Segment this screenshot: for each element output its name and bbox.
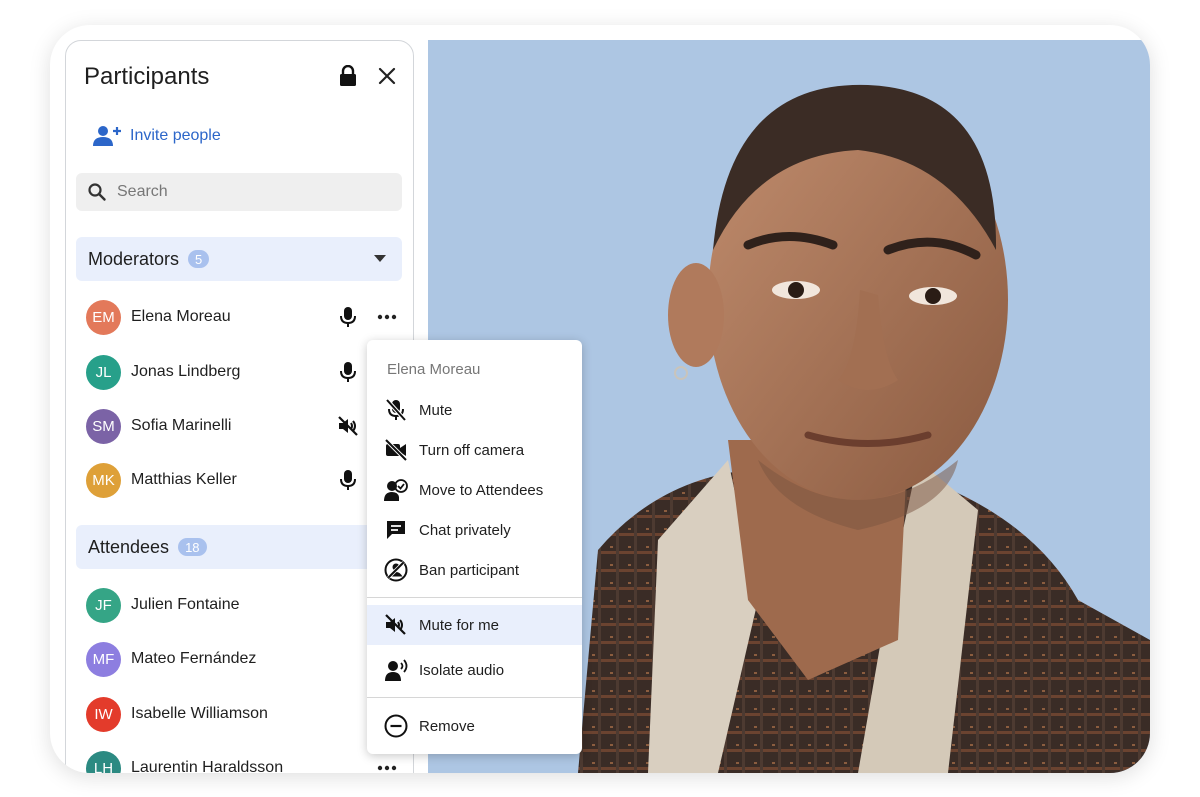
avatar: MK bbox=[86, 462, 121, 498]
menu-item-mute-for-me[interactable]: Mute for me bbox=[367, 605, 582, 645]
speaker-off-icon bbox=[385, 614, 406, 635]
mic-icon[interactable] bbox=[336, 360, 360, 384]
participant-name: Mateo Fernández bbox=[131, 650, 257, 667]
chevron-down-icon[interactable] bbox=[374, 255, 386, 262]
isolate-audio-icon bbox=[385, 659, 408, 681]
mic-off-icon bbox=[385, 398, 407, 422]
section-label: Moderators bbox=[88, 248, 180, 269]
participant-row[interactable]: IW Isabelle Williamson bbox=[86, 694, 396, 734]
invite-people-button[interactable]: Invite people bbox=[92, 121, 221, 151]
menu-item-turn-off-camera[interactable]: Turn off camera bbox=[367, 430, 582, 470]
close-icon[interactable] bbox=[376, 65, 398, 87]
mic-icon[interactable] bbox=[336, 305, 360, 329]
participant-name: Jonas Lindberg bbox=[131, 363, 241, 380]
menu-divider bbox=[367, 597, 582, 598]
menu-item-isolate-audio[interactable]: Isolate audio bbox=[367, 650, 582, 690]
menu-item-label: Ban participant bbox=[419, 561, 520, 579]
menu-item-label: Mute bbox=[419, 401, 453, 419]
participant-row[interactable]: JL Jonas Lindberg bbox=[86, 352, 396, 392]
section-label: Attendees bbox=[88, 536, 170, 557]
participant-row[interactable]: MK Matthias Keller bbox=[86, 460, 396, 500]
remove-icon bbox=[384, 714, 408, 738]
menu-item-label: Move to Attendees bbox=[419, 481, 544, 499]
move-user-icon bbox=[384, 479, 408, 501]
participant-row[interactable]: EM Elena Moreau bbox=[86, 297, 398, 337]
avatar: JL bbox=[86, 354, 121, 390]
participant-row[interactable]: LH Laurentin Haraldsson bbox=[86, 748, 398, 773]
more-options-icon[interactable] bbox=[376, 758, 398, 773]
camera-off-icon bbox=[384, 438, 408, 462]
search-icon bbox=[88, 183, 106, 201]
menu-divider bbox=[367, 697, 582, 698]
menu-item-label: Isolate audio bbox=[419, 661, 505, 679]
avatar: SM bbox=[86, 408, 121, 444]
menu-item-label: Chat privately bbox=[419, 521, 511, 539]
participant-row[interactable]: MF Mateo Fernández bbox=[86, 639, 396, 679]
participant-name: Isabelle Williamson bbox=[131, 705, 268, 722]
participants-panel: Participants Invite people Modera bbox=[65, 40, 414, 773]
menu-item-label: Mute for me bbox=[419, 616, 500, 634]
avatar: IW bbox=[86, 696, 121, 732]
avatar: JF bbox=[86, 587, 121, 623]
ban-icon bbox=[384, 558, 408, 582]
avatar: LH bbox=[86, 750, 121, 773]
count-badge: 18 bbox=[178, 538, 207, 556]
speaker-off-icon[interactable] bbox=[336, 414, 360, 438]
avatar: EM bbox=[86, 299, 121, 335]
mic-icon[interactable] bbox=[336, 468, 360, 492]
search-input[interactable] bbox=[115, 182, 389, 202]
menu-item-label: Remove bbox=[419, 717, 475, 735]
app-window: Participants Invite people Modera bbox=[50, 25, 1150, 773]
participant-row[interactable]: JF Julien Fontaine bbox=[86, 585, 396, 625]
participant-context-menu: Elena Moreau Mute Turn off camera Move t… bbox=[367, 340, 582, 754]
search-box[interactable] bbox=[76, 173, 402, 211]
menu-item-ban-participant[interactable]: Ban participant bbox=[367, 550, 582, 590]
participant-name: Sofia Marinelli bbox=[131, 417, 232, 434]
moderators-section-header[interactable]: Moderators 5 bbox=[76, 237, 402, 281]
avatar: MF bbox=[86, 641, 121, 677]
menu-item-move-to-attendees[interactable]: Move to Attendees bbox=[367, 470, 582, 510]
add-user-icon bbox=[93, 126, 121, 146]
panel-title: Participants bbox=[84, 63, 210, 90]
more-options-icon[interactable] bbox=[376, 307, 398, 327]
menu-item-mute[interactable]: Mute bbox=[367, 390, 582, 430]
menu-item-remove[interactable]: Remove bbox=[367, 706, 582, 746]
participant-name: Laurentin Haraldsson bbox=[131, 759, 284, 773]
attendees-section-header[interactable]: Attendees 18 bbox=[76, 525, 402, 569]
participant-name: Matthias Keller bbox=[131, 471, 237, 488]
menu-title: Elena Moreau bbox=[387, 361, 481, 378]
menu-item-chat-privately[interactable]: Chat privately bbox=[367, 510, 582, 550]
count-badge: 5 bbox=[188, 250, 210, 268]
participant-row[interactable]: SM Sofia Marinelli bbox=[86, 406, 396, 446]
invite-people-label: Invite people bbox=[130, 127, 221, 144]
participant-name: Julien Fontaine bbox=[131, 596, 240, 613]
menu-item-label: Turn off camera bbox=[419, 441, 525, 459]
lock-icon[interactable] bbox=[338, 65, 358, 87]
chat-icon bbox=[387, 521, 405, 539]
participant-name: Elena Moreau bbox=[131, 308, 231, 325]
